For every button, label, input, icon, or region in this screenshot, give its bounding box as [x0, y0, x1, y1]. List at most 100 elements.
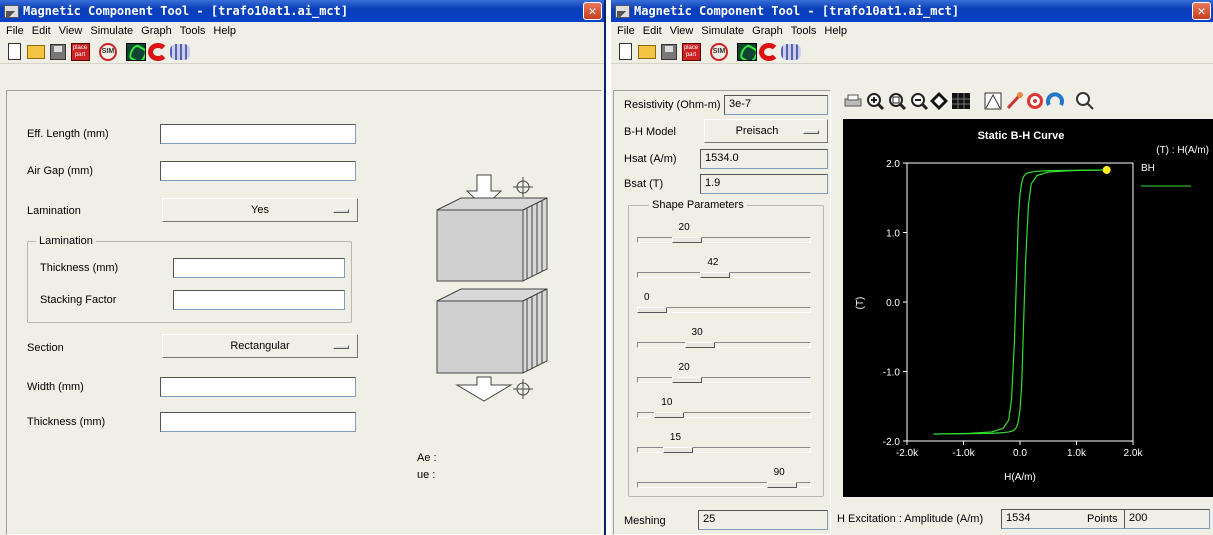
- saturation-marker-point[interactable]: [1102, 165, 1111, 174]
- y-tick-label: -1.0: [883, 368, 901, 379]
- shape-parameter-slider[interactable]: 20: [637, 222, 811, 252]
- zoom-box-icon: [889, 93, 907, 111]
- menu-view[interactable]: View: [666, 25, 698, 37]
- bh-curve-icon: [737, 42, 757, 61]
- eff-length-field[interactable]: [160, 124, 356, 144]
- winding-button[interactable]: [781, 42, 801, 62]
- menu-help[interactable]: Help: [820, 25, 851, 37]
- slider-thumb[interactable]: [637, 307, 667, 313]
- bsat-field[interactable]: 1.9: [700, 174, 828, 194]
- menu-simulate[interactable]: Simulate: [697, 25, 748, 37]
- open-file-button[interactable]: [26, 42, 46, 62]
- menu-help[interactable]: Help: [209, 25, 240, 37]
- bsat-label: Bsat (T): [624, 178, 664, 190]
- slider-thumb[interactable]: [654, 412, 685, 418]
- open-file-button[interactable]: [637, 42, 657, 62]
- winding-coil-icon: [781, 43, 801, 60]
- zoom-in-button[interactable]: [865, 91, 885, 111]
- dropdown-indicator-icon: [333, 345, 349, 349]
- zoom-in-icon: [867, 93, 885, 111]
- simulate-button[interactable]: SIM: [98, 42, 118, 62]
- grid-button[interactable]: [951, 91, 971, 111]
- bh-model-dropdown[interactable]: Preisach: [704, 119, 828, 143]
- slider-thumb[interactable]: [700, 272, 731, 278]
- zoom-out-button[interactable]: [909, 91, 929, 111]
- fit-icon: [930, 92, 948, 110]
- parameter-panel: Resistivity (Ohm-m) 3e-7 B-H Model Preis…: [613, 90, 831, 535]
- menu-file[interactable]: File: [613, 25, 639, 37]
- close-button[interactable]: ✕: [583, 2, 602, 20]
- bh-curve-button[interactable]: [126, 42, 146, 62]
- slider-thumb[interactable]: [671, 377, 702, 383]
- print-graph-button[interactable]: [843, 91, 863, 111]
- shape-parameter-slider[interactable]: 20: [637, 362, 811, 392]
- shape-parameter-slider[interactable]: 0: [637, 292, 811, 322]
- target-button[interactable]: [1025, 91, 1045, 111]
- menu-file[interactable]: File: [2, 25, 28, 37]
- marker-button[interactable]: [1005, 91, 1025, 111]
- shape-parameter-slider[interactable]: 42: [637, 257, 811, 287]
- section-thickness-label: Thickness (mm): [27, 416, 106, 428]
- slider-thumb[interactable]: [766, 482, 797, 488]
- dropdown-indicator-icon: [803, 130, 819, 134]
- lamination-thickness-field[interactable]: [173, 258, 345, 278]
- menu-graph[interactable]: Graph: [748, 25, 787, 37]
- core-button[interactable]: [759, 42, 779, 62]
- slider-thumb[interactable]: [662, 447, 693, 453]
- shape-parameter-slider[interactable]: 30: [637, 327, 811, 357]
- place-part-button[interactable]: place part: [681, 42, 701, 62]
- open-folder-icon: [27, 44, 45, 59]
- menu-tools[interactable]: Tools: [176, 25, 210, 37]
- section-dropdown[interactable]: Rectangular: [162, 334, 358, 358]
- stacking-factor-field[interactable]: [173, 290, 345, 310]
- lamination-label: Lamination: [27, 205, 81, 217]
- points-field[interactable]: 200: [1124, 509, 1210, 529]
- x-tick-label: 0.0: [1013, 448, 1027, 459]
- simulate-button[interactable]: SIM: [709, 42, 729, 62]
- zoom-box-button[interactable]: [887, 91, 907, 111]
- menu-edit[interactable]: Edit: [639, 25, 666, 37]
- save-icon: [661, 43, 677, 60]
- save-file-button[interactable]: [659, 42, 679, 62]
- shape-parameter-slider[interactable]: 10: [637, 397, 811, 427]
- width-field[interactable]: [160, 377, 356, 397]
- core-button[interactable]: [148, 42, 168, 62]
- axis-button[interactable]: [983, 91, 1003, 111]
- left-titlebar[interactable]: Magnetic Component Tool - [trafo10at1.ai…: [0, 0, 604, 22]
- winding-button[interactable]: [170, 42, 190, 62]
- menu-simulate[interactable]: Simulate: [86, 25, 137, 37]
- new-file-button[interactable]: [4, 42, 24, 62]
- save-icon: [50, 43, 66, 60]
- slider-track[interactable]: [637, 342, 811, 348]
- menu-view[interactable]: View: [55, 25, 87, 37]
- close-button[interactable]: ✕: [1192, 2, 1211, 20]
- resistivity-field[interactable]: 3e-7: [724, 95, 828, 115]
- bh-curve-button[interactable]: [737, 42, 757, 62]
- right-titlebar[interactable]: Magnetic Component Tool - [trafo10at1.ai…: [611, 0, 1213, 22]
- menu-graph[interactable]: Graph: [137, 25, 176, 37]
- air-gap-field[interactable]: [160, 161, 356, 181]
- slider-value: 20: [678, 222, 690, 233]
- bh-curve-plot[interactable]: Static B-H Curve (T) : H(A/m) BH (T) H(A…: [843, 119, 1213, 497]
- new-file-button[interactable]: [615, 42, 635, 62]
- menu-edit[interactable]: Edit: [28, 25, 55, 37]
- save-file-button[interactable]: [48, 42, 68, 62]
- core-icon: [148, 42, 168, 61]
- menu-tools[interactable]: Tools: [787, 25, 821, 37]
- slider-track[interactable]: [637, 377, 811, 383]
- shape-parameter-slider[interactable]: 90: [637, 467, 811, 497]
- close-icon: ✕: [588, 3, 597, 19]
- slider-thumb[interactable]: [684, 342, 715, 348]
- shape-parameter-slider[interactable]: 15: [637, 432, 811, 462]
- section-thickness-field[interactable]: [160, 412, 356, 432]
- lamination-dropdown[interactable]: Yes: [162, 198, 358, 222]
- place-part-button[interactable]: place part: [70, 42, 90, 62]
- slider-track[interactable]: [637, 237, 811, 243]
- fit-button[interactable]: [929, 91, 949, 111]
- meshing-field[interactable]: 25: [698, 510, 828, 530]
- slider-thumb[interactable]: [671, 237, 702, 243]
- search-button[interactable]: [1075, 91, 1095, 111]
- refresh-button[interactable]: [1045, 91, 1065, 111]
- hsat-label: Hsat (A/m): [624, 153, 677, 165]
- hsat-field[interactable]: 1534.0: [700, 149, 828, 169]
